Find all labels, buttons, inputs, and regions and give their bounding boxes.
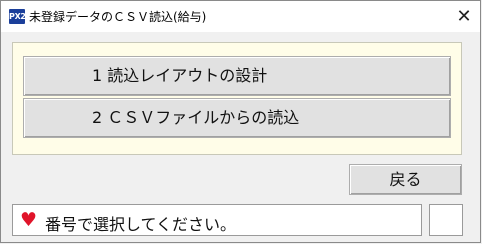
- title-bar: PX2 未登録データのＣＳＶ読込(給与) ✕: [1, 1, 480, 32]
- close-icon[interactable]: ✕: [449, 3, 479, 30]
- window-title: 未登録データのＣＳＶ読込(給与): [29, 10, 207, 24]
- app-icon: PX2: [9, 9, 26, 24]
- menu-button-label: 1 読込レイアウトの設計: [92, 66, 268, 85]
- back-button[interactable]: 戻る: [349, 164, 462, 195]
- status-bar: ♥ 番号で選択してください。: [12, 204, 422, 236]
- menu-button-label: 2 ＣＳＶファイルからの読込: [92, 108, 300, 127]
- heart-icon: ♥: [20, 209, 38, 231]
- number-input[interactable]: [429, 204, 463, 236]
- menu-button-csv-import[interactable]: 2 ＣＳＶファイルからの読込: [23, 98, 451, 138]
- status-message: 番号で選択してください。: [45, 215, 237, 234]
- menu-panel: 1 読込レイアウトの設計 2 ＣＳＶファイルからの読込: [12, 42, 462, 155]
- dialog-window: PX2 未登録データのＣＳＶ読込(給与) ✕ 1 読込レイアウトの設計 2 ＣＳ…: [0, 0, 481, 243]
- menu-button-layout-design[interactable]: 1 読込レイアウトの設計: [23, 56, 451, 96]
